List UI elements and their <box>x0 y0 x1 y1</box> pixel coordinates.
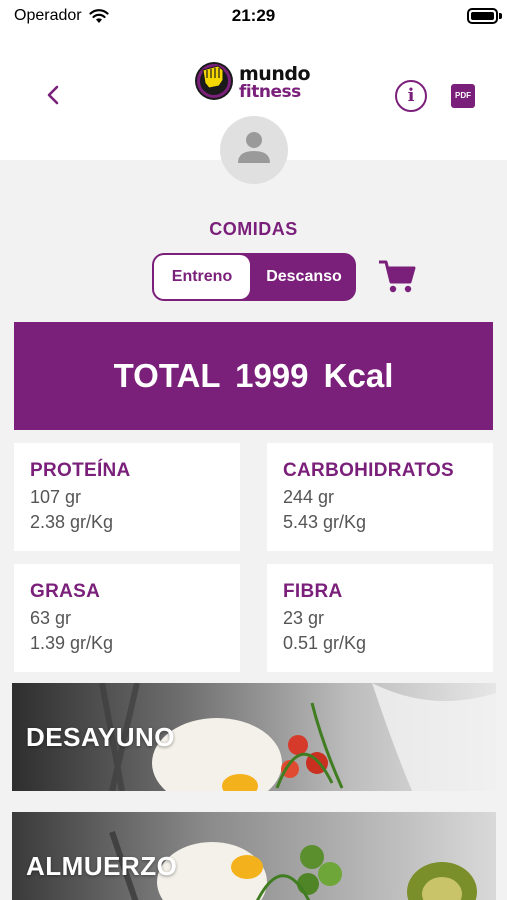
macro-grams: 107 gr <box>30 487 82 507</box>
meal-label: ALMUERZO <box>26 851 178 881</box>
avatar <box>220 116 288 184</box>
macro-title: GRASA <box>30 581 101 602</box>
logo-text-fitness: fitness <box>239 82 301 102</box>
status-bar: Operador 21:29 <box>0 0 507 32</box>
day-type-toggle: Entreno Descanso <box>152 253 356 301</box>
macro-per-kg: 5.43 gr/Kg <box>283 512 367 532</box>
macro-grams: 63 gr <box>30 608 72 628</box>
total-kcal-banner: TOTAL 1999 Kcal <box>14 322 493 430</box>
macro-title: PROTEÍNA <box>30 460 131 481</box>
clock: 21:29 <box>231 6 276 25</box>
segment-descanso[interactable]: Descanso <box>252 253 356 301</box>
info-icon[interactable]: i <box>395 80 427 112</box>
pdf-icon[interactable]: PDF <box>451 84 475 108</box>
macro-grams: 244 gr <box>283 487 335 507</box>
macro-card-fibra: FIBRA 23 gr 0.51 gr/Kg <box>267 564 493 672</box>
chevron-left-icon[interactable] <box>40 80 68 110</box>
macro-title: FIBRA <box>283 581 343 602</box>
macro-title: CARBOHIDRATOS <box>283 460 455 481</box>
macro-card-proteina: PROTEÍNA 107 gr 2.38 gr/Kg <box>14 443 240 551</box>
battery-cap <box>499 13 502 19</box>
macro-card-carbohidratos: CARBOHIDRATOS 244 gr 5.43 gr/Kg <box>267 443 493 551</box>
meal-label: DESAYUNO <box>26 722 175 752</box>
macro-per-kg: 2.38 gr/Kg <box>30 512 114 532</box>
macro-card-grasa: GRASA 63 gr 1.39 gr/Kg <box>14 564 240 672</box>
fist-icon <box>202 65 224 89</box>
macro-per-kg: 1.39 gr/Kg <box>30 633 114 653</box>
shopping-cart-icon[interactable] <box>377 256 417 296</box>
section-title: COMIDAS <box>209 219 298 239</box>
meal-almuerzo[interactable]: ALMUERZO <box>12 812 496 900</box>
battery-icon <box>467 8 498 24</box>
segment-entreno[interactable]: Entreno <box>154 255 250 299</box>
meal-desayuno[interactable]: DESAYUNO <box>12 683 496 791</box>
macro-grams: 23 gr <box>283 608 325 628</box>
user-icon <box>238 132 270 163</box>
macro-per-kg: 0.51 gr/Kg <box>283 633 367 653</box>
